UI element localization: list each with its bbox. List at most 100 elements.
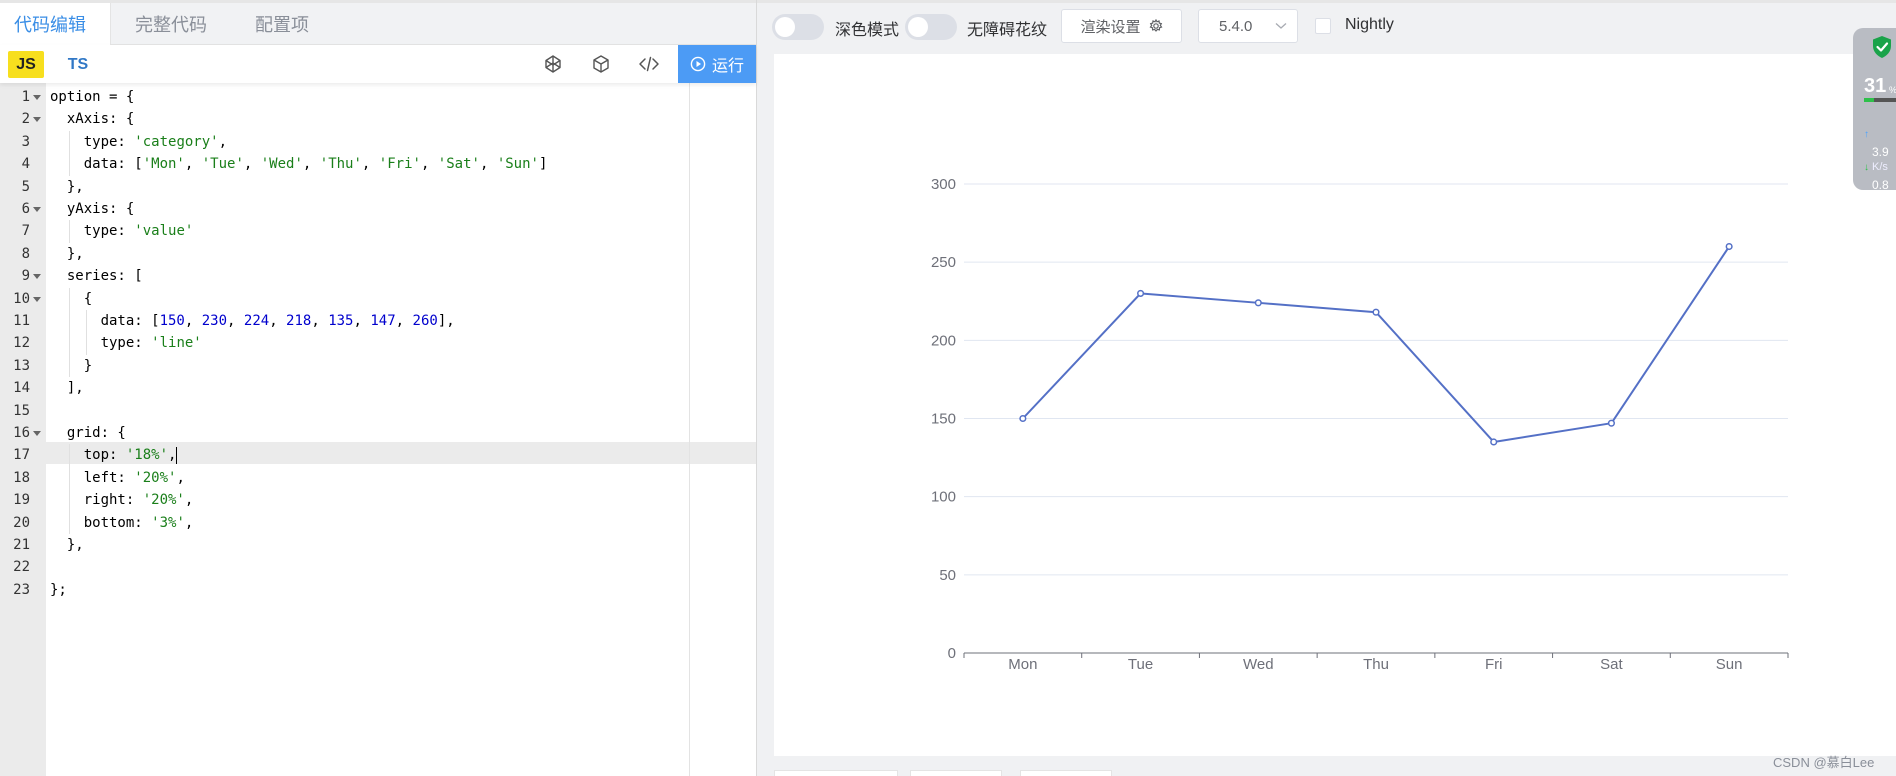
line-number: 23	[13, 581, 30, 598]
data-point	[1137, 289, 1145, 297]
fold-arrow-icon[interactable]	[33, 117, 41, 123]
code-line[interactable]: 22	[0, 556, 756, 578]
app-root: 代码编辑 完整代码 配置项 JS TS 运行 1 option = {2 xA…	[0, 0, 1896, 776]
code-line[interactable]: 2 xAxis: {	[0, 108, 756, 130]
code-line[interactable]: 11 data: [150, 230, 224, 218, 135, 147, …	[0, 310, 756, 333]
line-chart: 0 50 100 150 200 250 300 Mon Tue Wed Thu Fri Sat Sun	[931, 176, 1789, 673]
language-toolbar: JS TS 运行	[0, 45, 756, 83]
render-settings-label: 渲染设置	[1080, 18, 1141, 36]
line-number: 19	[13, 492, 30, 509]
version-select[interactable]: 5.4.0	[1198, 9, 1298, 43]
upload-unit: K/s	[1872, 161, 1888, 173]
tab-code-edit[interactable]: 代码编辑	[0, 3, 111, 45]
code-text: type: 'value'	[50, 223, 194, 240]
fold-arrow-icon[interactable]	[33, 207, 41, 212]
code-line[interactable]: 16 grid: {	[0, 422, 756, 444]
code-text: right: '20%',	[50, 492, 194, 509]
percent-sign: %	[1889, 85, 1896, 95]
code-line[interactable]: 5 },	[0, 176, 756, 198]
code-line[interactable]: 10 {	[0, 287, 756, 310]
render-settings-button[interactable]: 渲染设置	[1061, 9, 1182, 43]
ts-language-tab[interactable]: TS	[60, 51, 96, 78]
accessible-pattern-toggle[interactable]	[905, 14, 957, 40]
fold-arrow-icon[interactable]	[33, 296, 41, 302]
bottom-button-stub[interactable]	[1020, 770, 1112, 776]
editor-tab-bar: 代码编辑 完整代码 配置项	[0, 3, 756, 45]
code-line[interactable]: 7 type: 'value'	[0, 220, 756, 243]
code-line[interactable]: 14 ],	[0, 377, 756, 399]
line-number: 14	[13, 380, 30, 397]
toggle-knob	[908, 17, 928, 37]
line-number: 5	[21, 178, 30, 195]
code-line[interactable]: 21 },	[0, 534, 756, 556]
line-number: 4	[21, 156, 30, 173]
network-monitor-widget[interactable]: 31 % ↑ 3.9 K/s ↓ 0.8	[1853, 28, 1896, 190]
y-tick-label: 100	[931, 489, 956, 506]
data-point	[1725, 242, 1733, 251]
line-number: 21	[13, 537, 30, 553]
dark-mode-toggle[interactable]	[772, 14, 824, 40]
nightly-checkbox[interactable]	[1315, 18, 1331, 34]
download-speed: 0.8	[1872, 178, 1889, 190]
code-text: {	[50, 290, 93, 307]
accessible-pattern-label: 无障碍花纹	[967, 22, 1048, 39]
code-line[interactable]: 8 },	[0, 243, 756, 265]
code-line[interactable]: 23};	[0, 579, 756, 601]
data-point	[1019, 414, 1027, 423]
code-line[interactable]: 13 }	[0, 354, 756, 378]
chevron-down-icon	[1275, 23, 1287, 29]
line-number: 7	[21, 223, 30, 240]
x-tick-label: Fri	[1485, 656, 1503, 673]
js-language-tab[interactable]: JS	[8, 51, 44, 78]
code-editor[interactable]: 1 option = {2 xAxis: {3 type: 'category',…	[0, 83, 756, 776]
code-line[interactable]: 12 type: 'line'	[0, 332, 756, 355]
tab-full-code[interactable]: 完整代码	[111, 3, 231, 45]
code-line[interactable]: 15	[0, 400, 756, 422]
code-text: top: '18%',	[50, 446, 178, 464]
toggle-knob	[775, 17, 795, 37]
code-line[interactable]: 4 data: ['Mon', 'Tue', 'Wed', 'Thu', 'Fr…	[0, 153, 756, 176]
line-number: 15	[13, 402, 30, 419]
y-tick-label: 50	[939, 567, 956, 584]
line-number: 18	[13, 469, 30, 486]
code-line[interactable]: 6 yAxis: {	[0, 198, 756, 220]
csdn-watermark: CSDN @慕白Lee	[1773, 755, 1875, 770]
run-button[interactable]: 运行	[678, 45, 756, 83]
code-line[interactable]: 20 bottom: '3%',	[0, 511, 756, 534]
codesandbox-icon[interactable]	[590, 53, 612, 75]
code-line[interactable]: 1 option = {	[0, 86, 756, 108]
upload-arrow-icon: ↑	[1864, 129, 1869, 140]
x-tick-label: Tue	[1128, 656, 1153, 673]
line-number: 20	[13, 514, 30, 531]
code-icon[interactable]	[638, 53, 660, 75]
bottom-button-stub[interactable]	[910, 770, 1002, 776]
code-text: ],	[50, 380, 84, 397]
line-number: 3	[21, 133, 30, 150]
text-cursor	[176, 446, 178, 464]
chart-container: 0 50 100 150 200 250 300 Mon Tue Wed Thu Fri Sat Sun	[774, 54, 1896, 756]
code-line[interactable]: 18 left: '20%',	[0, 466, 756, 490]
y-tick-label: 250	[931, 254, 956, 271]
code-line[interactable]: 17 top: '18%',	[0, 444, 756, 467]
code-text: },	[50, 537, 84, 553]
data-point	[1254, 299, 1262, 307]
fold-arrow-icon[interactable]	[33, 431, 41, 436]
code-line[interactable]: 19 right: '20%',	[0, 489, 756, 512]
code-line[interactable]: 3 type: 'category',	[0, 130, 756, 154]
codepen-icon[interactable]	[542, 53, 564, 75]
top-border	[757, 0, 1896, 3]
y-tick-label: 300	[931, 176, 956, 193]
data-point	[1372, 308, 1380, 316]
run-button-label: 运行	[711, 58, 744, 75]
code-text: xAxis: {	[50, 111, 135, 128]
code-line[interactable]: 9 series: [	[0, 265, 756, 287]
bottom-button-stub[interactable]	[774, 770, 898, 776]
fold-arrow-icon[interactable]	[33, 95, 41, 100]
x-tick-label: Mon	[1008, 656, 1037, 673]
line-number: 9	[21, 268, 30, 285]
fold-arrow-icon[interactable]	[33, 274, 41, 280]
code-text: }	[50, 357, 93, 374]
code-text: series: [	[50, 268, 143, 285]
line-number: 6	[21, 201, 30, 217]
tab-options[interactable]: 配置项	[231, 3, 333, 45]
